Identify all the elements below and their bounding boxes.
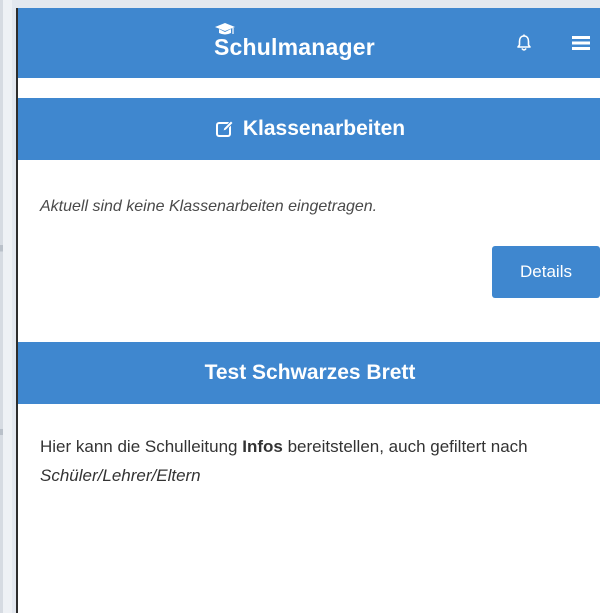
edit-icon (215, 120, 234, 137)
board-text-bold: Infos (242, 437, 283, 456)
bell-icon[interactable] (514, 33, 534, 53)
hamburger-menu-icon[interactable] (570, 33, 592, 53)
app-view: Schulmanager Klassenarbeiten Aktuell sin… (16, 8, 600, 613)
board-message: Hier kann die Schulleitung Infos bereits… (40, 432, 580, 490)
exams-panel-header: Klassenarbeiten (18, 98, 600, 160)
top-navbar: Schulmanager (18, 8, 600, 78)
details-button[interactable]: Details (492, 246, 600, 298)
exams-panel-title: Klassenarbeiten (242, 117, 406, 140)
edge-line (0, 0, 3, 613)
board-text-italic: Schüler/Lehrer/Eltern (40, 466, 201, 485)
brand-name: Schulmanager (214, 33, 375, 60)
board-text-middle: bereitstellen, auch gefiltert nach (282, 437, 528, 456)
window-edge (0, 0, 12, 613)
board-panel-header: Test Schwarzes Brett (18, 342, 600, 404)
screen-frame: Schulmanager Klassenarbeiten Aktuell sin… (0, 0, 600, 613)
board-text-start: Hier kann die Schulleitung (40, 437, 243, 456)
exams-empty-message: Aktuell sind keine Klassenarbeiten einge… (40, 198, 378, 215)
brand-logo[interactable]: Schulmanager (214, 22, 375, 66)
graduation-cap-icon (215, 23, 235, 35)
board-panel-title: Test Schwarzes Brett (204, 361, 416, 384)
